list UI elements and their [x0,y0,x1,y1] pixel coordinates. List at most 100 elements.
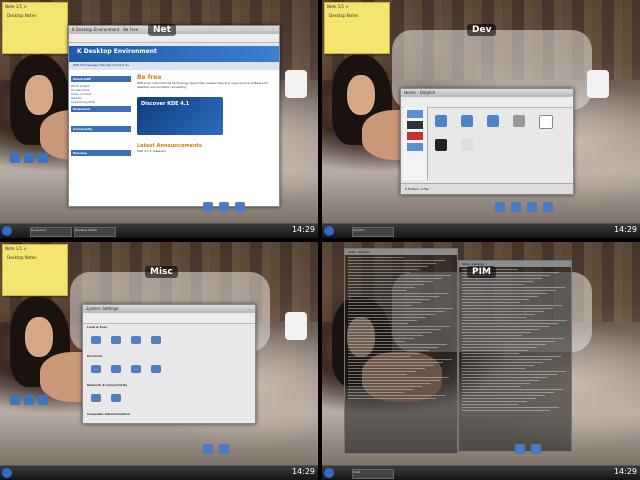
browser-window[interactable]: K Desktop Environment - Be Free K Deskto… [68,25,280,207]
dolphin-titlebar[interactable]: Home - Dolphin [401,89,573,97]
folder-icon[interactable] [435,139,447,151]
wallpaper-face [25,317,53,357]
places-item[interactable] [407,121,423,129]
folder-icon[interactable] [24,395,34,405]
settings-icon[interactable] [151,336,161,344]
nav-section[interactable]: About KDE [71,76,131,82]
clock[interactable]: 14:29 [292,467,315,476]
folder-icon[interactable] [10,153,20,163]
terminal-line [462,392,554,393]
terminal-line [462,290,557,291]
page-heading: Be free [137,74,162,81]
app-icon[interactable] [515,444,525,454]
clock[interactable]: 14:29 [614,225,637,234]
konsole-window-left[interactable]: Shell - Konsole [344,248,458,454]
folder-icon[interactable] [10,395,20,405]
desktop-dev: Note 1/1 × Desktop Notes Dev Home - Dolp… [322,0,640,238]
sticky-note[interactable]: Note 1/1 × Desktop Notes [324,2,390,54]
settings-icon[interactable] [151,423,161,424]
desktop-bottom-icons [492,197,556,216]
settings-icon[interactable] [111,365,121,373]
folder-icon[interactable] [38,153,48,163]
terminal-line [462,398,536,399]
terminal-line [348,362,444,363]
dolphin-window[interactable]: Home - Dolphin 5 Folders, 1 File [400,88,574,195]
terminal-line [348,395,446,396]
nav-section[interactable]: Develop [71,150,131,156]
settings-icon[interactable] [91,423,101,424]
konsole-window-right[interactable]: Shell - Konsole [458,260,572,452]
settings-icon[interactable] [111,394,121,402]
kde-menu-icon[interactable] [2,468,12,478]
terminal-line [348,383,431,384]
settings-icon[interactable] [111,336,121,344]
app-icon[interactable] [219,444,229,454]
terminal-line [348,368,426,369]
folder-icon[interactable] [24,153,34,163]
kde-banner[interactable]: Discover KDE 4.1 [137,97,223,135]
dolphin-status: 5 Folders, 1 File [401,183,573,194]
clock[interactable]: 14:29 [614,467,637,476]
settings-icon[interactable] [151,365,161,373]
terminal-line [348,338,415,339]
settings-icon[interactable] [111,423,121,424]
kde-side-nav: About KDE What is KDE Screenshots Press … [71,74,131,158]
places-item[interactable] [407,143,423,151]
dolphin-places [403,107,428,180]
settings-icon[interactable] [131,423,141,424]
kde-menu-icon[interactable] [324,468,334,478]
kde-menu-icon[interactable] [324,226,334,236]
desktop-label: PIM [467,266,496,278]
kde-main: Be free KDE is an international technolo… [137,74,275,153]
app-icon[interactable] [531,444,541,454]
folder-icon[interactable] [487,115,499,127]
folder-icon[interactable] [461,115,473,127]
kde-menu-icon[interactable] [2,226,12,236]
file-icon[interactable] [539,115,553,129]
task-button[interactable]: Shell [352,469,394,479]
folder-icon[interactable] [513,115,525,127]
app-icon[interactable] [219,202,229,212]
terminal-line [462,356,561,357]
system-settings-titlebar[interactable]: System Settings [83,305,255,313]
system-settings-toolbar[interactable] [83,313,255,324]
nav-section[interactable]: Download [71,106,131,112]
settings-icon[interactable] [131,336,141,344]
settings-icon[interactable] [171,423,181,424]
app-icon[interactable] [203,444,213,454]
folder-icon[interactable] [38,395,48,405]
terminal-line [348,266,428,267]
terminal-line [462,296,539,297]
terminal-line [462,350,529,351]
terminal-line [462,278,542,279]
clock[interactable]: 14:29 [292,225,315,234]
app-icon[interactable] [203,202,213,212]
settings-icon[interactable] [91,394,101,402]
folder-icon[interactable] [461,139,473,151]
nav-section[interactable]: Community [71,126,131,132]
app-icon[interactable] [495,202,505,212]
sticky-note[interactable]: Note 1/1 × Desktop Notes [2,2,68,54]
app-icon[interactable] [511,202,521,212]
folder-icon[interactable] [435,115,447,127]
announcement-text[interactable]: KDE 4.1.1 released [137,149,275,153]
app-icon[interactable] [527,202,537,212]
sticky-note[interactable]: Note 1/1 × Desktop Notes [2,244,68,296]
task-button[interactable]: Desktop Notes [74,227,116,237]
places-item[interactable] [407,132,423,140]
places-item[interactable] [407,110,423,118]
kde-tabs[interactable]: KDE Homepages Sitemap Contact Us [69,62,279,70]
taskbar: Konqueror Desktop Notes 14:29 [0,223,318,238]
app-icon[interactable] [543,202,553,212]
task-button[interactable]: Konqueror [30,227,72,237]
task-button[interactable]: Dolphin [352,227,394,237]
system-settings-window[interactable]: System Settings Look & Feel Personal Net… [82,304,256,424]
settings-icon[interactable] [91,365,101,373]
konsole-titlebar[interactable]: Shell - Konsole [345,249,457,255]
settings-icon[interactable] [91,336,101,344]
terminal-line [462,374,558,375]
app-icon[interactable] [235,202,245,212]
nav-link[interactable]: Supporting KDE [71,100,131,104]
settings-icon[interactable] [131,365,141,373]
terminal-line [462,338,564,339]
